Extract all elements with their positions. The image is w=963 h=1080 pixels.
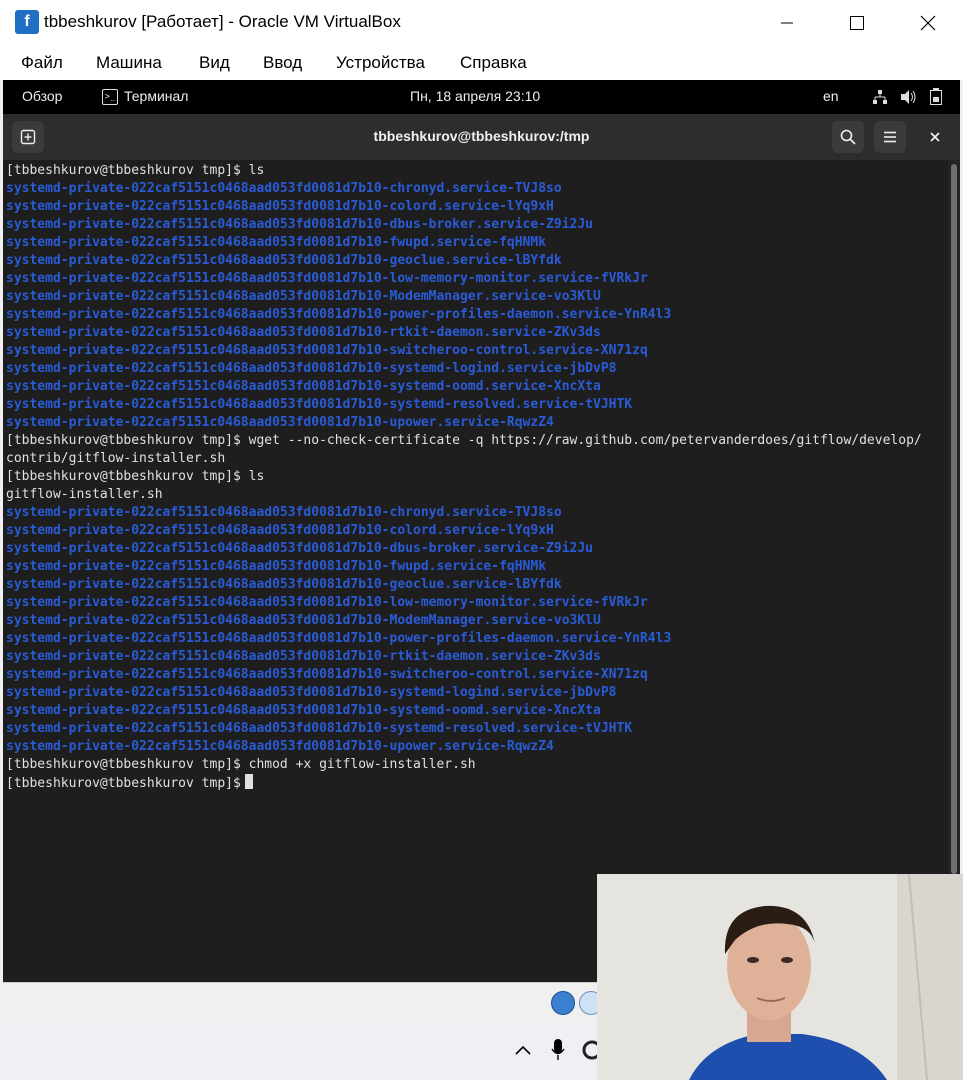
hamburger-menu-button[interactable] [874,121,906,153]
minimize-button[interactable] [752,0,822,46]
shared-folders-icon[interactable] [551,991,575,1015]
terminal-line-directory: systemd-private-022caf5151c0468aad053fd0… [6,379,601,394]
terminal-line-directory: systemd-private-022caf5151c0468aad053fd0… [6,703,601,718]
volume-icon[interactable] [900,89,918,105]
terminal-line: [tbbeshkurov@tbbeshkurov tmp]$ ls [6,469,265,484]
terminal-line-directory: systemd-private-022caf5151c0468aad053fd0… [6,595,648,610]
window-titlebar: f tbbeshkurov [Работает] - Oracle VM Vir… [0,0,963,46]
terminal-line: contrib/gitflow-installer.sh [6,451,226,466]
terminal-line: [tbbeshkurov@tbbeshkurov tmp]$ wget --no… [6,433,922,448]
menubar: Файл Машина Вид Ввод Устройства Справка [0,46,963,80]
show-hidden-icons-button[interactable] [511,1038,535,1062]
search-button[interactable] [832,121,864,153]
terminal-line-directory: systemd-private-022caf5151c0468aad053fd0… [6,541,593,556]
terminal-line-directory: systemd-private-022caf5151c0468aad053fd0… [6,739,554,754]
terminal-line-directory: systemd-private-022caf5151c0468aad053fd0… [6,253,562,268]
close-icon [920,15,936,31]
terminal-line-directory: systemd-private-022caf5151c0468aad053fd0… [6,181,562,196]
maximize-button[interactable] [822,0,892,46]
terminal-line-directory: systemd-private-022caf5151c0468aad053fd0… [6,613,601,628]
terminal-line-directory: systemd-private-022caf5151c0468aad053fd0… [6,271,648,286]
menu-machine[interactable]: Машина [96,53,162,73]
terminal-line-directory: systemd-private-022caf5151c0468aad053fd0… [6,397,633,412]
keyboard-layout[interactable]: en [823,88,839,104]
chevron-up-icon [515,1045,531,1055]
terminal-line-directory: systemd-private-022caf5151c0468aad053fd0… [6,631,672,646]
microphone-icon [551,1039,565,1060]
terminal-line-directory: systemd-private-022caf5151c0468aad053fd0… [6,559,547,574]
battery-icon[interactable] [929,88,943,106]
webcam-person-image [597,874,963,1080]
terminal-line-directory: systemd-private-022caf5151c0468aad053fd0… [6,307,672,322]
terminal-line-directory: systemd-private-022caf5151c0468aad053fd0… [6,325,601,340]
app-menu-terminal[interactable]: Терминал [124,88,188,104]
search-icon [840,129,856,145]
terminal-title: tbbeshkurov@tbbeshkurov:/tmp [373,128,590,144]
gnome-top-bar: Обзор >_ Терминал Пн, 18 апреля 23:10 en [3,80,960,114]
window-title: tbbeshkurov [Работает] - Oracle VM Virtu… [44,12,401,31]
terminal-lines: [tbbeshkurov@tbbeshkurov tmp]$ ls systemd… [6,162,922,792]
menu-devices[interactable]: Устройства [336,53,425,73]
network-icon[interactable] [872,89,888,105]
terminal-line-directory: systemd-private-022caf5151c0468aad053fd0… [6,415,554,430]
menu-input[interactable]: Ввод [263,53,302,73]
terminal-scrollbar[interactable] [948,160,960,982]
terminal-line-directory: systemd-private-022caf5151c0468aad053fd0… [6,343,648,358]
terminal-line-directory: systemd-private-022caf5151c0468aad053fd0… [6,523,554,538]
menu-view[interactable]: Вид [199,53,230,73]
terminal-line-directory: systemd-private-022caf5151c0468aad053fd0… [6,217,593,232]
hamburger-icon [884,131,896,143]
terminal-line-directory: systemd-private-022caf5151c0468aad053fd0… [6,199,554,214]
activities-button[interactable]: Обзор [22,88,62,104]
terminal-headerbar: tbbeshkurov@tbbeshkurov:/tmp [3,114,960,160]
maximize-icon [850,16,864,30]
terminal-line: gitflow-installer.sh [6,487,163,502]
clock[interactable]: Пн, 18 апреля 23:10 [410,88,540,104]
terminal-line-directory: systemd-private-022caf5151c0468aad053fd0… [6,235,547,250]
menu-file[interactable]: Файл [21,53,63,73]
terminal-line-directory: systemd-private-022caf5151c0468aad053fd0… [6,685,617,700]
terminal-line: [tbbeshkurov@tbbeshkurov tmp]$ [6,774,922,792]
terminal-line-directory: systemd-private-022caf5151c0468aad053fd0… [6,361,617,376]
close-window-button[interactable] [893,0,963,46]
terminal-line-directory: systemd-private-022caf5151c0468aad053fd0… [6,505,562,520]
terminal-line: [tbbeshkurov@tbbeshkurov tmp]$ ls [6,163,265,178]
terminal-line: [tbbeshkurov@tbbeshkurov tmp]$ chmod +x … [6,757,476,772]
terminal-line-directory: systemd-private-022caf5151c0468aad053fd0… [6,577,562,592]
close-terminal-button[interactable] [925,127,945,147]
terminal-output[interactable]: [tbbeshkurov@tbbeshkurov tmp]$ ls systemd… [3,160,948,982]
microphone-button[interactable] [546,1038,570,1062]
terminal-cursor [244,774,253,789]
close-icon [930,132,940,142]
terminal-line-directory: systemd-private-022caf5151c0468aad053fd0… [6,649,601,664]
menu-help[interactable]: Справка [460,53,527,73]
terminal-line-directory: systemd-private-022caf5151c0468aad053fd0… [6,289,601,304]
webcam-overlay [597,874,963,1080]
terminal-line-directory: systemd-private-022caf5151c0468aad053fd0… [6,667,648,682]
virtualbox-icon: f [15,10,39,34]
scrollbar-thumb[interactable] [951,164,957,874]
terminal-line-directory: systemd-private-022caf5151c0468aad053fd0… [6,721,633,736]
minimize-icon [781,22,793,24]
terminal-app-icon: >_ [102,89,118,105]
